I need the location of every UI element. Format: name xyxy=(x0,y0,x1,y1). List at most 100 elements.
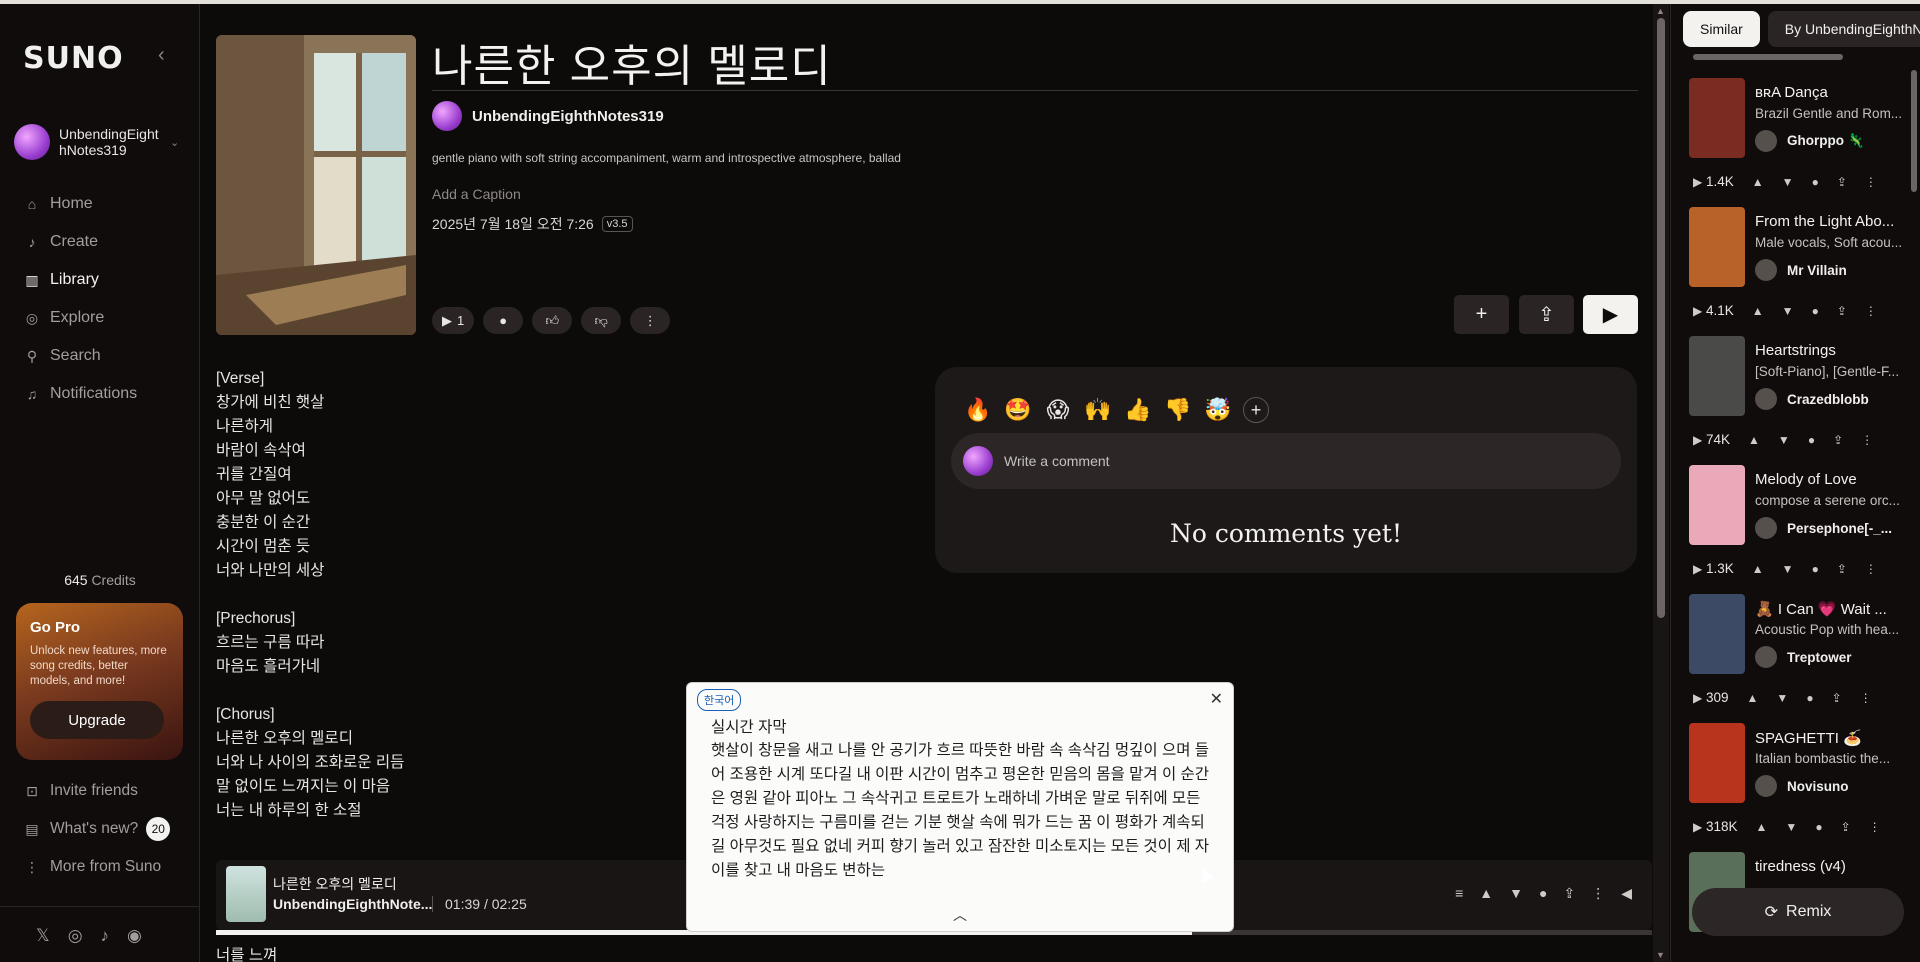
song-title[interactable]: tiredness (v4) xyxy=(1755,858,1905,875)
song-author[interactable]: UnbendingEighthNotes319 xyxy=(432,101,664,131)
reaction-thumbs-up[interactable]: 👍 xyxy=(1123,395,1153,425)
thumbs-up-icon[interactable]: ▲ xyxy=(1756,820,1768,834)
more-vertical-icon[interactable]: ⋮ xyxy=(1865,304,1877,318)
comment-input[interactable]: Write a comment xyxy=(951,433,1621,489)
thumbs-up-icon[interactable]: ▲ xyxy=(1752,304,1764,318)
add-caption[interactable]: Add a Caption xyxy=(432,186,521,202)
play-count[interactable]: ▶ 74K xyxy=(1693,432,1730,447)
comment-icon[interactable]: ● xyxy=(1812,175,1819,189)
volume-icon[interactable]: ◀ xyxy=(1621,885,1632,902)
thumbs-down-icon[interactable]: ▼ xyxy=(1785,820,1797,834)
share-icon[interactable]: ⇪ xyxy=(1837,304,1847,318)
song-thumbnail[interactable] xyxy=(1689,207,1745,287)
more-vertical-icon[interactable]: ⋮ xyxy=(1591,885,1605,902)
song-title[interactable]: From the Light Abo... xyxy=(1755,213,1905,230)
play-count[interactable]: ▶ 4.1K xyxy=(1693,303,1734,318)
play-count[interactable]: ▶ 1.3K xyxy=(1693,561,1734,576)
more-vertical-icon[interactable]: ⋮ xyxy=(1861,433,1873,447)
thumbs-down-icon[interactable]: ▼ xyxy=(1782,562,1794,576)
x-icon[interactable]: 𝕏 xyxy=(36,926,50,946)
play-count[interactable]: ▶ 309 xyxy=(1693,690,1729,705)
share-icon[interactable]: ⇪ xyxy=(1832,691,1842,705)
collapse-sidebar-icon[interactable]: ‹ xyxy=(158,44,165,67)
share-button[interactable]: ⇪ xyxy=(1519,295,1574,334)
share-icon[interactable]: ⇪ xyxy=(1837,562,1847,576)
song-title[interactable]: ʙʀA Dança xyxy=(1755,84,1905,101)
caption-language-badge[interactable]: 한국어 xyxy=(697,689,742,711)
song-author[interactable]: Crazedblobb xyxy=(1755,388,1869,410)
play-count[interactable]: ▶ 1.4K xyxy=(1693,174,1734,189)
main-scrollbar[interactable]: ▲ ▼ xyxy=(1653,4,1669,962)
song-thumbnail[interactable] xyxy=(1689,336,1745,416)
song-thumbnail[interactable] xyxy=(1689,723,1745,803)
song-title[interactable]: SPAGHETTI 🍝 xyxy=(1755,729,1905,747)
song-author[interactable]: Novisuno xyxy=(1755,775,1849,797)
queue-icon[interactable]: ≡ xyxy=(1455,885,1463,902)
comment-icon[interactable]: ● xyxy=(1806,691,1813,705)
nav-item-home[interactable]: ⌂ Home xyxy=(24,185,137,223)
song-author[interactable]: Treptower xyxy=(1755,646,1852,668)
suno-logo[interactable]: SUNO xyxy=(23,41,124,76)
tabs-scrollbar[interactable] xyxy=(1683,52,1911,62)
user-menu[interactable]: UnbendingEighthNotes319 ⌄ xyxy=(14,122,190,162)
share-icon[interactable]: ⇪ xyxy=(1837,175,1847,189)
thumbs-up-icon[interactable]: ▲ xyxy=(1748,433,1760,447)
song-author[interactable]: Ghorppo 🦎 xyxy=(1755,130,1865,152)
play-count-button[interactable]: ▶ 1 xyxy=(432,307,475,334)
nav-item-library[interactable]: ▥ Library xyxy=(24,261,137,299)
nav-item-notifications[interactable]: ♫ Notifications xyxy=(24,375,137,413)
reaction-mind-blown[interactable]: 🤯 xyxy=(1203,395,1233,425)
more-from-suno-link[interactable]: ⋮ More from Suno xyxy=(24,848,170,886)
share-icon[interactable]: ⇪ xyxy=(1833,433,1843,447)
more-vertical-icon[interactable]: ⋮ xyxy=(1860,691,1872,705)
share-icon[interactable]: ⇪ xyxy=(1563,885,1575,902)
play-count[interactable]: ▶ 318K xyxy=(1693,819,1738,834)
list-item[interactable]: Melody of Love compose a serene orc... P… xyxy=(1689,465,1900,594)
more-vertical-icon[interactable]: ⋮ xyxy=(1865,175,1877,189)
song-title[interactable]: Melody of Love xyxy=(1755,471,1905,488)
scroll-down-icon[interactable]: ▼ xyxy=(1656,950,1665,960)
comment-icon[interactable]: ● xyxy=(1539,885,1547,902)
list-item[interactable]: SPAGHETTI 🍝 Italian bombastic the... Nov… xyxy=(1689,723,1899,852)
scrollbar-thumb[interactable] xyxy=(1657,18,1665,618)
nav-item-create[interactable]: ♪ Create xyxy=(24,223,137,261)
reaction-raised-hands[interactable]: 🙌 xyxy=(1083,395,1113,425)
whats-new-link[interactable]: ▤ What's new? 20 xyxy=(24,810,171,848)
share-icon[interactable]: ⇪ xyxy=(1841,820,1851,834)
player-thumbnail[interactable] xyxy=(226,866,266,922)
more-vertical-icon[interactable]: ⋮ xyxy=(1865,562,1877,576)
thumbs-down-icon[interactable]: ▼ xyxy=(1778,433,1790,447)
reaction-thumbs-down[interactable]: 👎 xyxy=(1163,395,1193,425)
instagram-icon[interactable]: ◎ xyxy=(68,926,83,946)
comment-icon[interactable]: ● xyxy=(1812,304,1819,318)
song-thumbnail[interactable] xyxy=(1689,594,1745,674)
scrollbar-thumb[interactable] xyxy=(1693,54,1843,60)
song-thumbnail[interactable] xyxy=(1689,78,1745,158)
thumbs-down-icon[interactable]: ▼ xyxy=(1782,175,1794,189)
nav-item-explore[interactable]: ◎ Explore xyxy=(24,299,137,337)
add-to-playlist-button[interactable]: + xyxy=(1454,295,1509,334)
song-author[interactable]: Mr Villain xyxy=(1755,259,1847,281)
list-item[interactable]: Heartstrings [Soft-Piano], [Gentle-F... … xyxy=(1689,336,1899,465)
song-author[interactable]: Persephone[-_... xyxy=(1755,517,1892,539)
remix-button[interactable]: ⟳ Remix xyxy=(1692,888,1904,936)
add-reaction-button[interactable]: + xyxy=(1243,397,1269,423)
thumbs-down-icon[interactable]: ▼ xyxy=(1776,691,1788,705)
thumbs-up-icon[interactable]: ▲ xyxy=(1752,562,1764,576)
comment-icon[interactable]: ● xyxy=(1808,433,1815,447)
like-button[interactable]: 👍︎ xyxy=(532,307,573,334)
reaction-star-eyes[interactable]: 🤩 xyxy=(1003,395,1033,425)
comment-button[interactable]: ● xyxy=(483,307,524,334)
scroll-up-icon[interactable]: ▲ xyxy=(1656,6,1665,16)
thumbs-down-icon[interactable]: ▼ xyxy=(1782,304,1794,318)
list-item[interactable]: ʙʀA Dança Brazil Gentle and Rom... Ghorp… xyxy=(1689,78,1902,207)
song-thumbnail[interactable] xyxy=(1689,465,1745,545)
thumbs-up-icon[interactable]: ▲ xyxy=(1479,885,1493,902)
dislike-button[interactable]: 👎︎ xyxy=(581,307,622,334)
list-item[interactable]: 🧸 I Can 💗 Wait ... Acoustic Pop with hea… xyxy=(1689,594,1899,723)
thumbs-up-icon[interactable]: ▲ xyxy=(1747,691,1759,705)
chevron-up-icon[interactable]: ︿ xyxy=(953,905,967,925)
song-title[interactable]: 🧸 I Can 💗 Wait ... xyxy=(1755,600,1905,618)
panel-scrollbar[interactable] xyxy=(1910,64,1918,704)
comment-icon[interactable]: ● xyxy=(1815,820,1822,834)
